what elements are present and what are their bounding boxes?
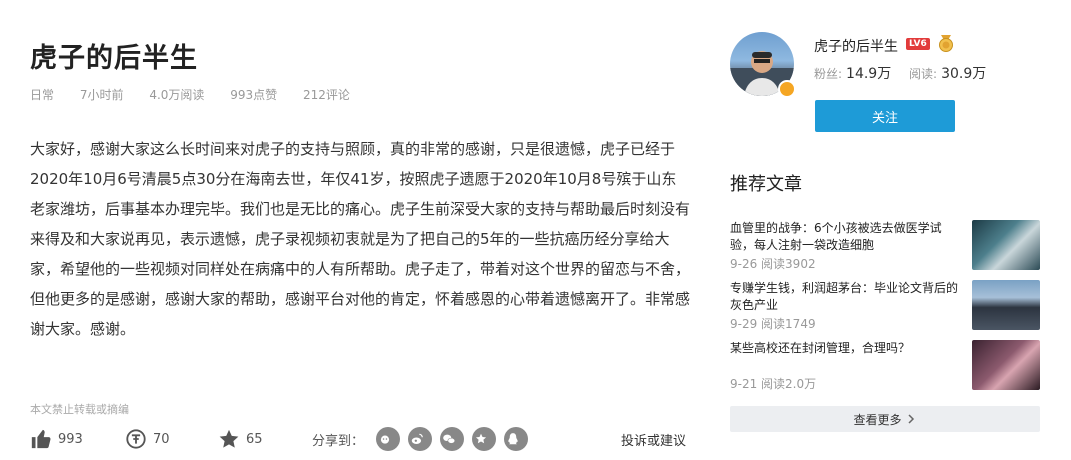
article-content: 大家好，感谢大家这么长时间来对虎子的支持与照顾，真的非常的感谢，只是很遗憾，虎子… xyxy=(30,140,691,338)
reads-label: 阅读: xyxy=(909,67,938,81)
author-stats: 粉丝: 14.9万 阅读: 30.9万 xyxy=(814,63,1000,83)
fans-label: 粉丝: xyxy=(814,67,843,81)
weibo-icon[interactable] xyxy=(408,427,433,451)
coin-button[interactable]: 70 xyxy=(125,424,170,454)
view-more-label: 查看更多 xyxy=(853,412,902,427)
fans-count: 14.9万 xyxy=(846,66,892,82)
like-count: 993点赞 xyxy=(230,88,278,102)
recommend-thumbnail[interactable] xyxy=(972,280,1040,330)
star-icon xyxy=(219,429,239,448)
qq-icon[interactable] xyxy=(504,427,529,451)
medal-icon xyxy=(939,35,953,52)
sidebar: 虎子的后半生 LV6 粉丝: 14.9万 阅读: 30.9万 关注 推荐文章 血管里… xyxy=(730,0,1042,460)
view-more-button[interactable]: 查看更多 xyxy=(730,406,1040,432)
follow-button[interactable]: 关注 xyxy=(815,100,955,132)
recommend-item[interactable]: 专赚学生钱，利润超茅台：毕业论文背后的灰色产业 9-29 阅读1749 xyxy=(730,280,1042,332)
favorite-button[interactable]: 65 xyxy=(218,424,263,454)
recommend-title: 推荐文章 xyxy=(730,174,802,195)
article-meta: 日常 7小时前 4.0万阅读 993点赞 212评论 xyxy=(30,86,372,103)
recommend-thumbnail[interactable] xyxy=(972,340,1040,390)
copyright-notice: 本文禁止转载或摘编 xyxy=(30,403,129,416)
reads-count: 30.9万 xyxy=(941,66,987,82)
like-count-label: 993 xyxy=(58,431,83,447)
like-button[interactable]: 993 xyxy=(30,424,83,454)
action-bar: 993 70 65 分享到： 投诉或建议 xyxy=(30,424,690,454)
favorite-count-label: 65 xyxy=(246,431,263,447)
page-title: 虎子的后半生 xyxy=(30,43,198,74)
recommend-thumbnail[interactable] xyxy=(972,220,1040,270)
recommend-item-title[interactable]: 某些高校还在封闭管理，合理吗？ xyxy=(730,340,962,357)
recommend-item-meta: 9-29 阅读1749 xyxy=(730,317,816,331)
coin-icon xyxy=(126,429,146,449)
report-link[interactable]: 投诉或建议 xyxy=(621,424,686,454)
level-badge: LV6 xyxy=(906,38,930,50)
recommend-item-title[interactable]: 血管里的战争：6个小孩被选去做医学试验，每人注射一袋改造细胞 xyxy=(730,220,962,254)
recommend-item-meta: 9-26 阅读3902 xyxy=(730,257,816,271)
recommend-item[interactable]: 血管里的战争：6个小孩被选去做医学试验，每人注射一袋改造细胞 9-26 阅读39… xyxy=(730,220,1042,272)
author-name[interactable]: 虎子的后半生 xyxy=(814,36,898,56)
qzone-icon[interactable] xyxy=(472,427,497,451)
share-group: 分享到： xyxy=(312,424,529,454)
read-count: 4.0万阅读 xyxy=(149,88,205,102)
coin-count-label: 70 xyxy=(153,431,170,447)
thumbs-up-icon xyxy=(31,429,51,449)
chevron-right-icon xyxy=(907,414,914,424)
recommend-item-meta: 9-21 阅读2.0万 xyxy=(730,377,817,391)
recommend-item[interactable]: 某些高校还在封闭管理，合理吗？ 9-21 阅读2.0万 xyxy=(730,340,1042,392)
publish-time: 7小时前 xyxy=(79,88,124,102)
category-tag[interactable]: 日常 xyxy=(30,88,54,102)
recommend-item-title[interactable]: 专赚学生钱，利润超茅台：毕业论文背后的灰色产业 xyxy=(730,280,962,314)
dynamic-share-icon[interactable] xyxy=(376,427,401,451)
wechat-icon[interactable] xyxy=(440,427,465,451)
lightning-badge-icon xyxy=(778,80,796,98)
share-label: 分享到： xyxy=(312,433,365,449)
comment-count[interactable]: 212评论 xyxy=(303,88,350,102)
